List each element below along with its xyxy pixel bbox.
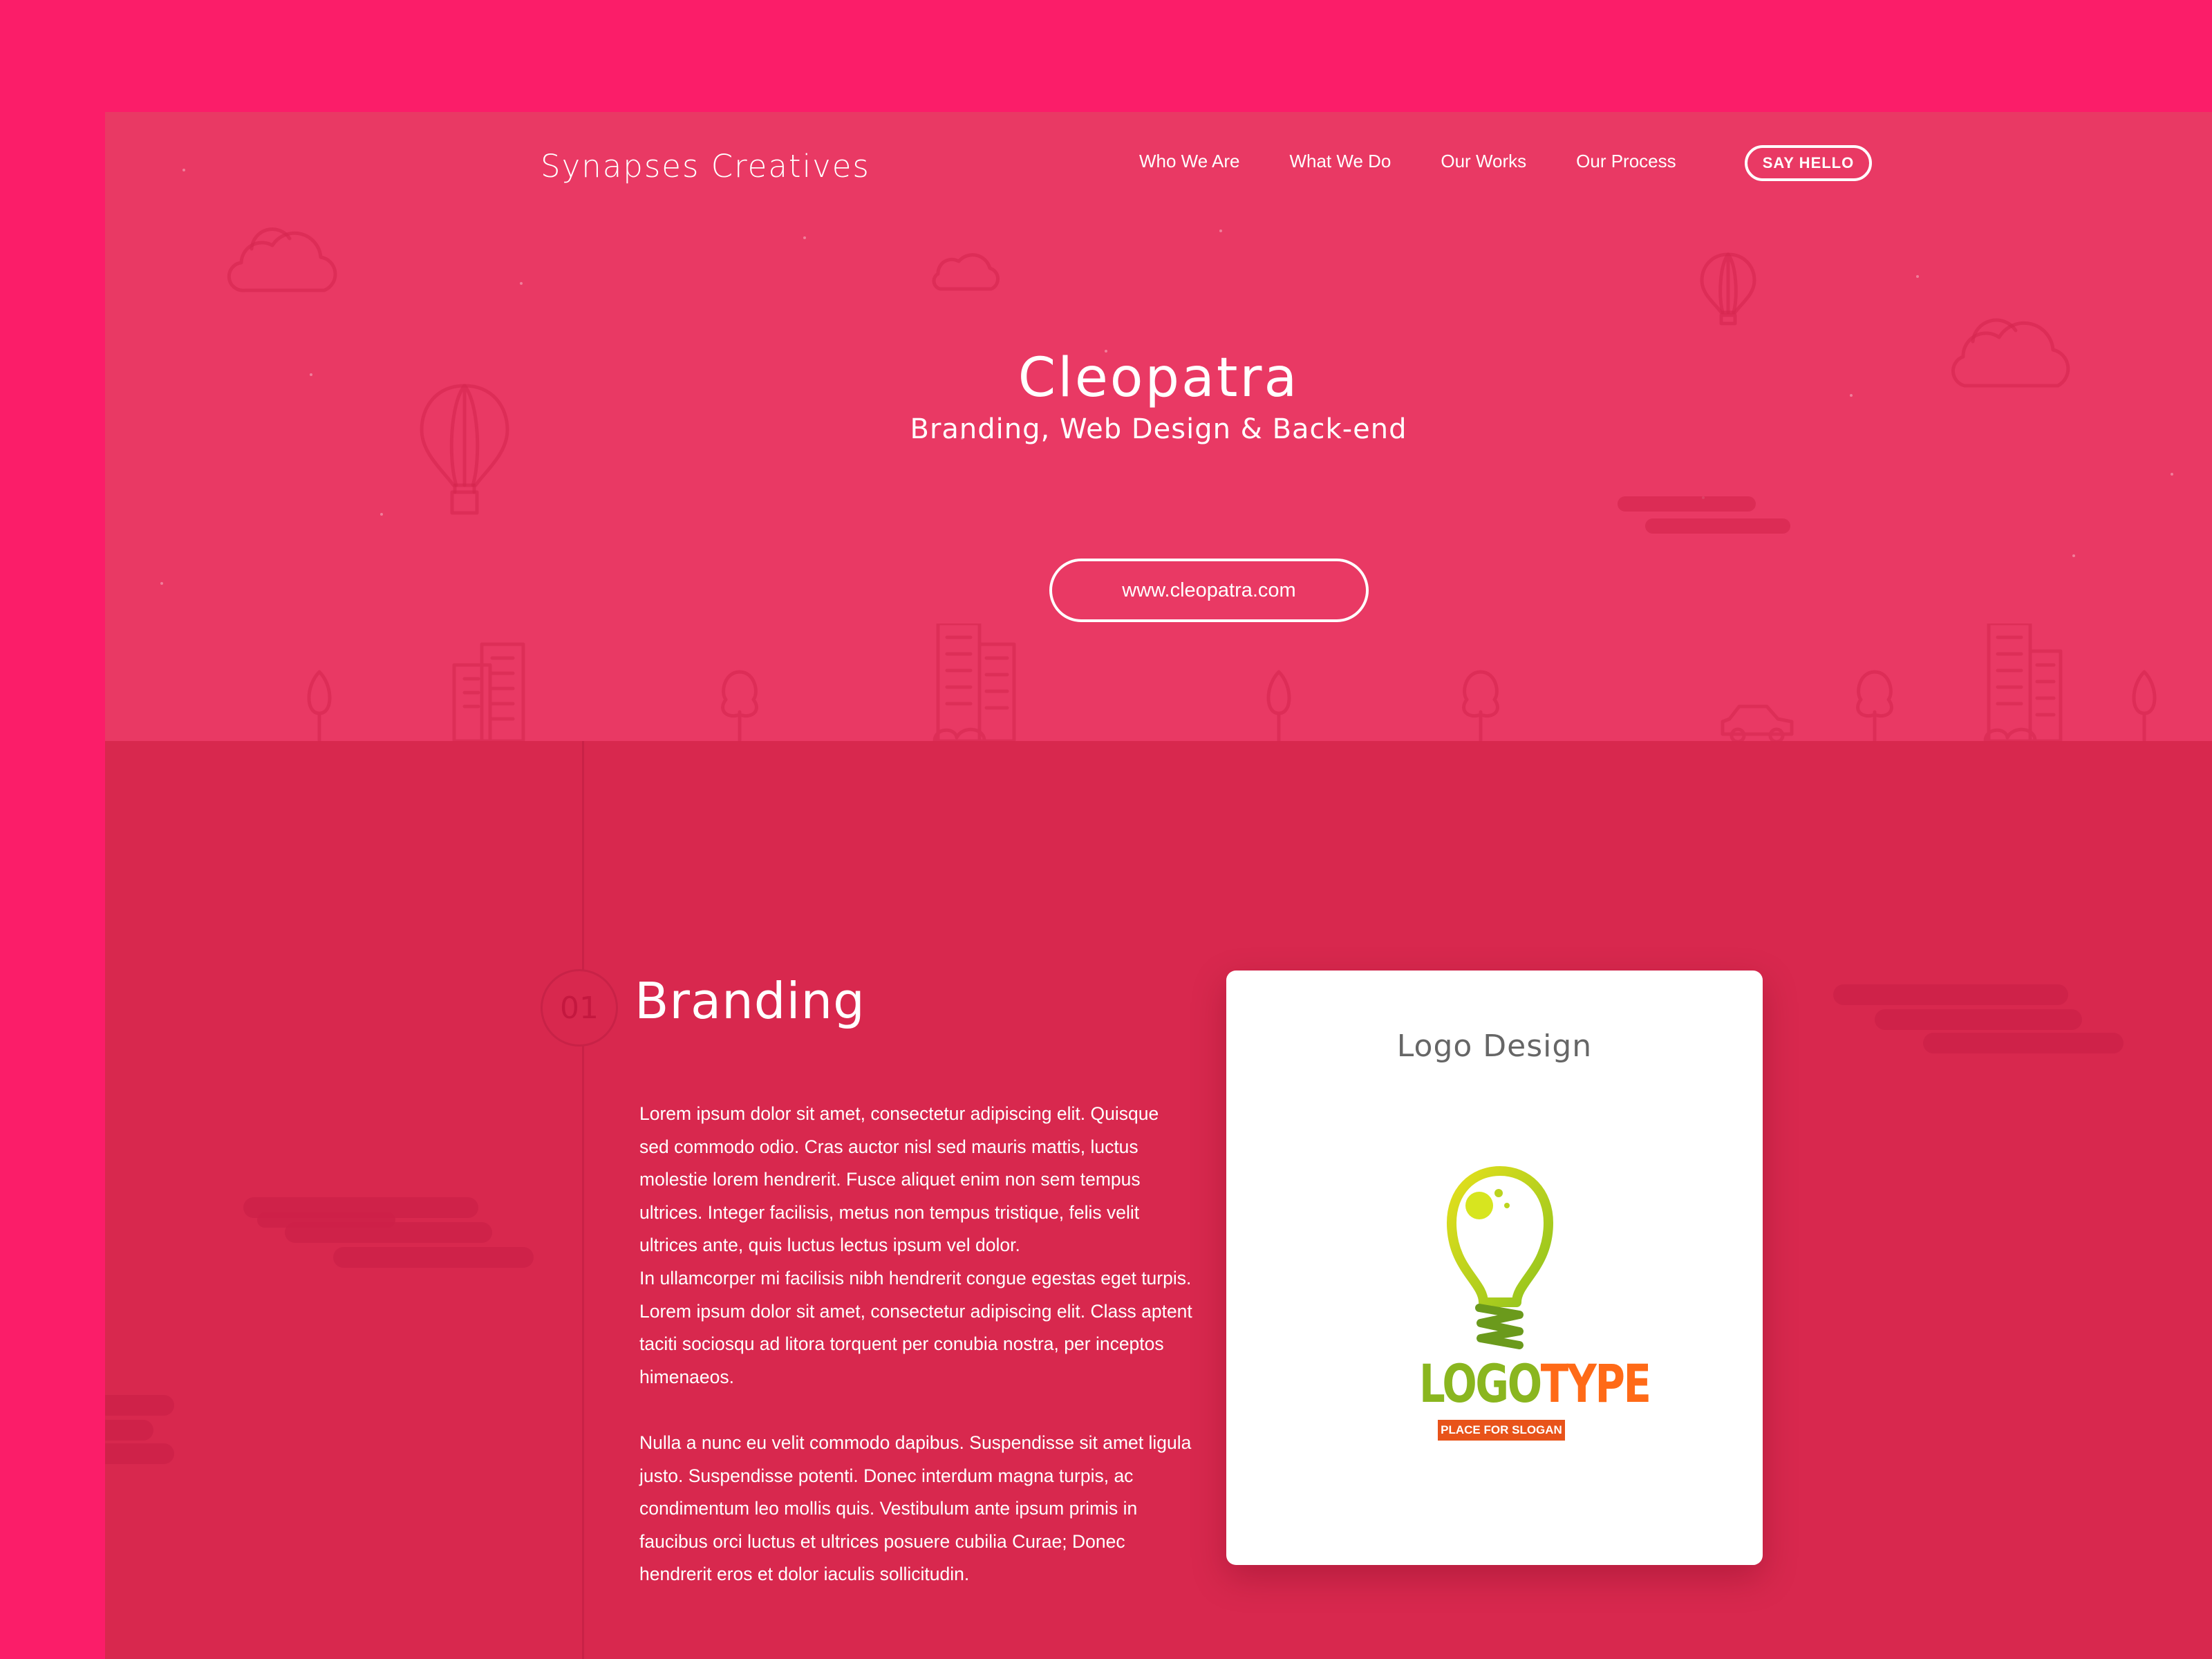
arrow-right-icon[interactable] (1576, 1453, 1631, 1484)
star-dot (2171, 473, 2173, 476)
star-dot (803, 236, 806, 239)
cloud-shape (1833, 984, 2124, 1060)
nav-our-works[interactable]: Our Works (1441, 151, 1526, 172)
main-nav: Who We Are What We Do Our Works Our Proc… (1139, 151, 1726, 172)
brand-logo[interactable]: Synapses Creatives (541, 148, 870, 185)
branding-section: 01 Branding Lorem ipsum dolor sit amet, … (105, 741, 2212, 1659)
logotype-text: LOGOTYPE (1419, 1353, 1651, 1414)
section-paragraph: Lorem ipsum dolor sit amet, consectetur … (639, 1103, 1159, 1255)
nav-what-we-do[interactable]: What We Do (1289, 151, 1391, 172)
cloud-icon (928, 241, 1004, 294)
star-dot (380, 513, 383, 516)
arrow-left-icon[interactable] (1470, 1453, 1525, 1484)
say-hello-button[interactable]: SAY HELLO (1745, 145, 1872, 181)
hero-section: Synapses Creatives Who We Are What We Do… (105, 112, 2212, 741)
section-number: 01 (541, 969, 618, 1047)
cloud-shape (105, 1395, 181, 1471)
nav-our-process[interactable]: Our Process (1576, 151, 1676, 172)
page-frame: Synapses Creatives Who We Are What We Do… (105, 112, 2212, 1659)
slide-title: Logo Design (1396, 1029, 1593, 1064)
star-dot (1916, 275, 1919, 278)
hot-air-balloon-icon (1695, 250, 1761, 326)
star-dot (182, 169, 185, 171)
cloud-shape (1618, 494, 1790, 542)
timeline-line (582, 741, 584, 1659)
project-url-button[interactable]: www.cleopatra.com (1049, 559, 1369, 622)
project-title: Cleopatra (1018, 347, 1300, 409)
project-subtitle: Branding, Web Design & Back-end (910, 413, 1407, 445)
logo-slogan: PLACE FOR SLOGAN (1438, 1420, 1565, 1441)
cloud-shape (243, 1197, 534, 1273)
city-skyline (105, 624, 2212, 741)
section-title: Branding (635, 972, 865, 1030)
lightbulb-logo-icon (1447, 1166, 1553, 1349)
star-dot (1219, 229, 1222, 232)
star-dot (2072, 554, 2075, 557)
nav-who-we-are[interactable]: Who We Are (1139, 151, 1239, 172)
section-paragraph: In ullamcorper mi facilisis nibh hendrer… (639, 1268, 1192, 1387)
star-dot (160, 582, 163, 585)
section-paragraph: Nulla a nunc eu velit commodo dapibus. S… (639, 1432, 1192, 1584)
cloud-icon (224, 214, 341, 297)
star-dot (520, 282, 523, 285)
